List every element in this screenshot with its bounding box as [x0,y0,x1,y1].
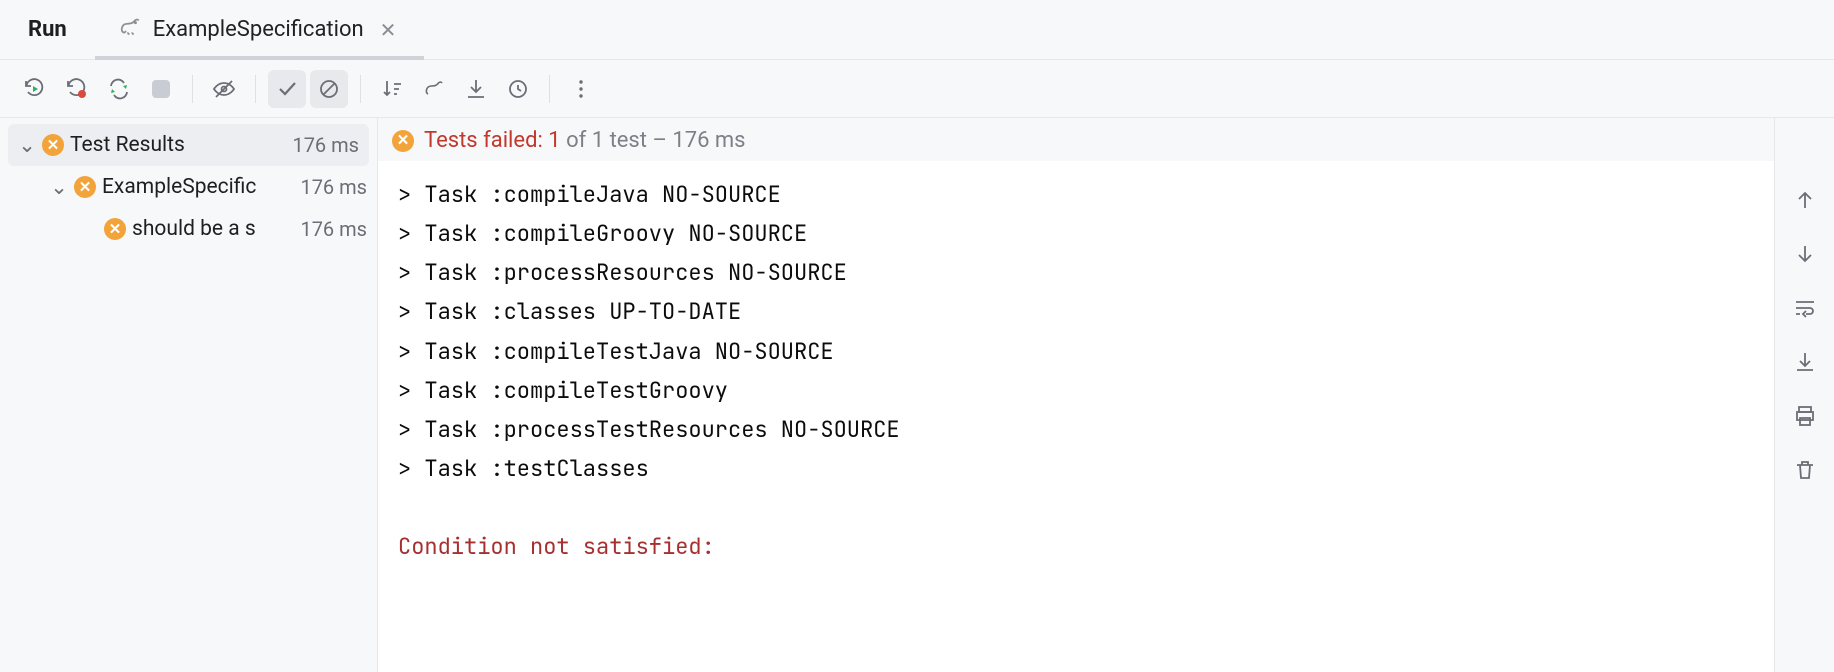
tree-node-label: should be a s [132,217,294,241]
tree-node-label: ExampleSpecific [102,175,294,199]
expand-all-button[interactable] [415,70,453,108]
test-results-root[interactable]: ⌄ Test Results 176 ms [8,124,369,166]
toolbar-separator [360,75,361,103]
console-line [398,488,1754,527]
rerun-failed-button[interactable] [58,70,96,108]
toggle-auto-test-button[interactable] [100,70,138,108]
import-tests-button[interactable] [457,70,495,108]
toolbar-separator [255,75,256,103]
rerun-button[interactable] [16,70,54,108]
console-line: > Task :compileTestGroovy [398,371,1754,410]
tab-active-indicator [95,56,425,60]
fail-icon [74,176,96,198]
clear-all-button[interactable] [1787,452,1823,488]
console-area: Tests failed: 1 of 1 test – 176 ms > Tas… [378,118,1834,672]
scroll-to-end-button[interactable] [1787,344,1823,380]
tree-node-label: Test Results [70,133,286,157]
console-line: > Task :compileJava NO-SOURCE [398,175,1754,214]
more-options-button[interactable] [562,70,600,108]
tests-failed-count: Tests failed: 1 [424,128,561,153]
stop-icon [152,80,170,98]
fail-icon [104,218,126,240]
soft-wrap-button[interactable] [1787,290,1823,326]
console-line: > Task :processResources NO-SOURCE [398,253,1754,292]
chevron-down-icon[interactable]: ⌄ [50,175,68,200]
gradle-elephant-icon [117,14,143,45]
test-case-node[interactable]: should be a s 176 ms [0,208,377,250]
tree-node-time: 176 ms [300,217,367,241]
toolbar-separator [192,75,193,103]
console-line: > Task :compileGroovy NO-SOURCE [398,214,1754,253]
stop-button[interactable] [142,70,180,108]
tree-node-time: 176 ms [300,175,367,199]
sort-button[interactable] [373,70,411,108]
console-line: > Task :testClasses [398,449,1754,488]
run-toolbar [0,60,1834,118]
run-tab-bar: Run ExampleSpecification ✕ [0,0,1834,60]
show-ignored-button[interactable] [310,70,348,108]
test-tree: ⌄ Test Results 176 ms ⌄ ExampleSpecific … [0,118,378,672]
test-summary-bar: Tests failed: 1 of 1 test – 176 ms [378,118,1774,161]
fail-icon [392,130,414,152]
test-spec-node[interactable]: ⌄ ExampleSpecific 176 ms [0,166,377,208]
test-history-button[interactable] [499,70,537,108]
toolbar-separator [549,75,550,103]
fail-icon [42,134,64,156]
next-occurrence-button[interactable] [1787,236,1823,272]
chevron-down-icon[interactable]: ⌄ [18,133,36,158]
console-line: > Task :classes UP-TO-DATE [398,292,1754,331]
show-passed-button[interactable] [268,70,306,108]
close-tab-button[interactable]: ✕ [374,14,403,46]
console-gutter [1774,118,1834,672]
tool-window-title: Run [0,17,95,42]
run-config-tab[interactable]: ExampleSpecification ✕ [95,0,425,59]
console-output[interactable]: > Task :compileJava NO-SOURCE> Task :com… [378,161,1774,672]
show-passed-toggle[interactable] [205,70,243,108]
run-body: ⌄ Test Results 176 ms ⌄ ExampleSpecific … [0,118,1834,672]
tests-total-info: of 1 test – 176 ms [561,128,746,153]
console-panel: Tests failed: 1 of 1 test – 176 ms > Tas… [378,118,1774,672]
previous-occurrence-button[interactable] [1787,182,1823,218]
print-button[interactable] [1787,398,1823,434]
console-error-line: Condition not satisfied: [398,527,1754,566]
tree-node-time: 176 ms [292,133,359,157]
tab-label: ExampleSpecification [153,17,364,42]
console-line: > Task :compileTestJava NO-SOURCE [398,332,1754,371]
console-line: > Task :processTestResources NO-SOURCE [398,410,1754,449]
